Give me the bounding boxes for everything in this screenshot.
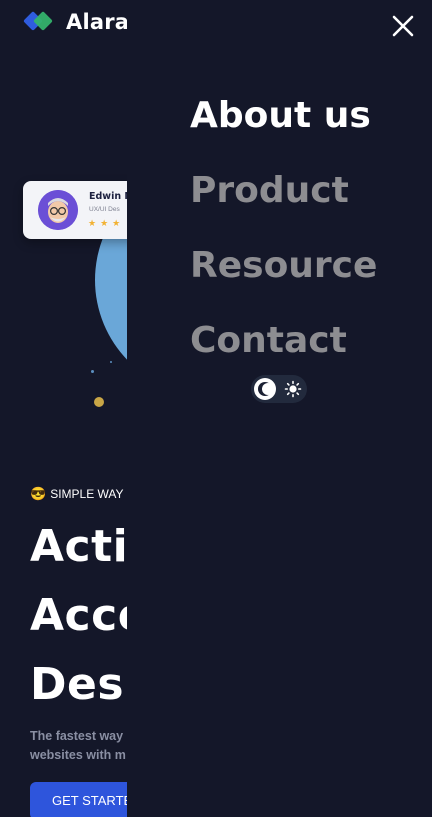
avatar bbox=[38, 190, 78, 230]
description-line: The fastest way bbox=[30, 729, 124, 743]
sunglasses-emoji-icon: 😎 bbox=[30, 486, 47, 501]
headline-line: Actio bbox=[30, 521, 127, 572]
hero-tagline: 😎 SIMPLE WAY bbox=[30, 486, 124, 502]
theme-toggle[interactable] bbox=[251, 375, 307, 403]
brand-name: Alara bbox=[66, 10, 127, 34]
menu-item-contact[interactable]: Contact bbox=[190, 303, 377, 378]
headline-line: Acce bbox=[30, 590, 127, 641]
description-line: websites with m bbox=[30, 748, 126, 762]
nav-menu: About us Product Resource Contact bbox=[190, 78, 377, 378]
page-content: Alara Edwin M UX/UI Des ★★★ 😎 SIMPLE WAY… bbox=[0, 0, 127, 817]
menu-item-product[interactable]: Product bbox=[190, 153, 377, 228]
brand-logo[interactable]: Alara bbox=[23, 10, 127, 34]
hero-headline: Actio Acce Desi bbox=[30, 512, 127, 719]
get-started-button[interactable]: GET STARTE bbox=[30, 782, 127, 817]
hero-description: The fastest way websites with m bbox=[30, 727, 126, 765]
decor-dot bbox=[110, 361, 112, 363]
card-role: UX/UI Des bbox=[89, 206, 120, 213]
close-icon[interactable] bbox=[391, 14, 415, 38]
decor-dot bbox=[91, 370, 94, 373]
decor-dot bbox=[94, 397, 104, 407]
card-name: Edwin M bbox=[89, 191, 127, 202]
menu-item-about-us[interactable]: About us bbox=[190, 78, 377, 153]
sun-icon bbox=[282, 378, 304, 400]
menu-item-resource[interactable]: Resource bbox=[190, 228, 377, 303]
moon-icon bbox=[254, 378, 276, 400]
headline-line: Desi bbox=[30, 659, 127, 710]
rating-stars: ★★★ bbox=[88, 218, 125, 228]
tagline-text: SIMPLE WAY bbox=[50, 487, 124, 501]
logo-mark-icon bbox=[23, 11, 55, 33]
profile-card: Edwin M UX/UI Des ★★★ bbox=[23, 181, 127, 239]
